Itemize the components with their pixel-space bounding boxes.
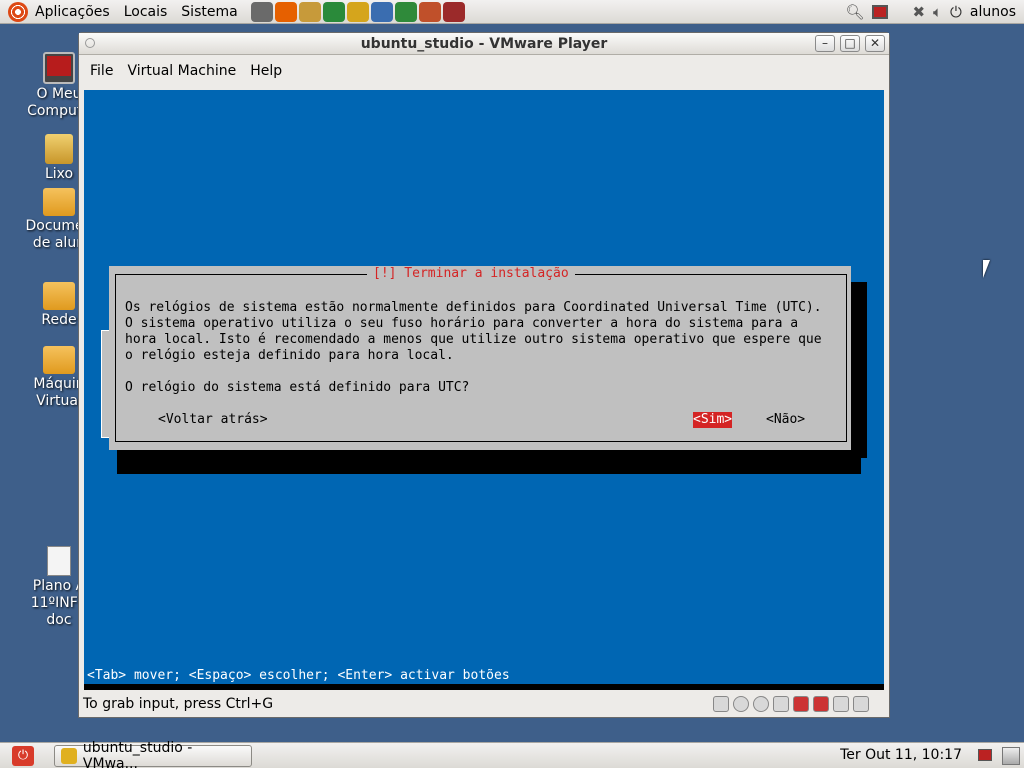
vmware-icon[interactable] — [346, 1, 369, 22]
launcher-bar — [250, 1, 465, 22]
computer-icon — [43, 52, 75, 84]
menu-virtual-machine[interactable]: Virtual Machine — [120, 63, 243, 79]
network-adapter-2-icon[interactable] — [813, 696, 829, 712]
dialog-text-line: o relógio esteja definido para hora loca… — [125, 348, 454, 363]
back-button[interactable]: <Voltar atrás> — [158, 412, 268, 428]
cdrom-icon[interactable] — [733, 696, 749, 712]
vmware-icon — [61, 747, 77, 764]
mouse-cursor-icon — [983, 260, 997, 278]
calc-icon[interactable] — [394, 1, 417, 22]
network-adapter-icon[interactable] — [793, 696, 809, 712]
window-menu-icon[interactable] — [85, 38, 95, 48]
writer-icon[interactable] — [370, 1, 393, 22]
dialog-shadow — [117, 450, 861, 474]
shutdown-icon[interactable]: ⏻ — [12, 745, 34, 766]
clock[interactable]: Ter Out 11, 10:17 — [840, 747, 962, 763]
installer-help-line: <Tab> mover; <Espaço> escolher; <Enter> … — [87, 668, 510, 683]
power-icon[interactable]: ⏻ — [950, 3, 962, 21]
inkscape-icon[interactable] — [250, 1, 273, 22]
window-statusbar: To grab input, press Ctrl+G — [79, 691, 889, 717]
minimize-button[interactable]: – — [815, 35, 835, 52]
status-text: To grab input, press Ctrl+G — [83, 696, 274, 712]
dialog-title: [!] Terminar a instalação — [367, 266, 575, 282]
cdrom-2-icon[interactable] — [753, 696, 769, 712]
network-tray-icon[interactable]: ✖ — [912, 3, 925, 21]
workspace-icon[interactable] — [1002, 747, 1020, 765]
maximize-button[interactable]: □ — [840, 35, 860, 52]
search-icon[interactable]: 🔍︎ — [845, 3, 864, 21]
chrome-icon[interactable] — [322, 1, 345, 22]
volume-icon[interactable]: 🔈︎ — [933, 3, 942, 21]
menu-sistema[interactable]: Sistema — [174, 0, 244, 24]
sound-card-icon[interactable] — [833, 696, 849, 712]
home-folder-icon — [43, 188, 75, 216]
user-icon[interactable] — [298, 1, 321, 22]
document-icon — [47, 546, 71, 576]
dialog-text-line: hora local. Isto é recomendado a menos q… — [125, 332, 822, 347]
impress-icon[interactable] — [418, 1, 441, 22]
dialog-text-line: O sistema operativo utiliza o seu fuso h… — [125, 316, 799, 331]
screen-icon[interactable] — [872, 5, 889, 19]
menu-locais[interactable]: Locais — [117, 0, 175, 24]
window-menubar: File Virtual Machine Help — [79, 55, 889, 86]
top-panel: Aplicações Locais Sistema 🔍︎ ✖ 🔈︎ ⏻ alun… — [0, 0, 1024, 24]
bottom-panel: ⏻ ubuntu_studio - VMwa... Ter Out 11, 10… — [0, 740, 1024, 768]
usb-icon[interactable] — [773, 696, 789, 712]
vmware-window: ubuntu_studio - VMware Player – □ ✕ File… — [78, 32, 890, 718]
window-title: ubuntu_studio - VMware Player — [360, 35, 608, 52]
message-log-icon[interactable] — [853, 696, 869, 712]
dialog-question: O relógio do sistema está definido para … — [125, 380, 470, 395]
ubuntu-logo-icon[interactable] — [8, 1, 28, 22]
taskbar-item-label: ubuntu_studio - VMwa... — [82, 739, 193, 768]
trash-icon — [45, 134, 73, 164]
menu-help[interactable]: Help — [243, 63, 289, 79]
yes-button[interactable]: <Sim> — [693, 412, 733, 428]
menu-aplicacoes[interactable]: Aplicações — [28, 0, 117, 24]
window-titlebar[interactable]: ubuntu_studio - VMware Player – □ ✕ — [79, 33, 889, 55]
installer-bottom-strip — [84, 684, 884, 690]
vm-screen[interactable]: [!] Terminar a instalação Os relógios de… — [84, 90, 884, 690]
taskbar-item-vmware[interactable]: ubuntu_studio - VMwa... — [54, 740, 252, 768]
device-icons — [713, 696, 869, 712]
system-tray: 🔍︎ ✖ 🔈︎ ⏻ alunos — [845, 0, 1024, 24]
menu-file[interactable]: File — [83, 63, 120, 79]
folder-icon — [43, 346, 75, 374]
user-name[interactable]: alunos — [970, 4, 1016, 20]
firefox-icon[interactable] — [274, 1, 297, 22]
installer-dialog: [!] Terminar a instalação Os relógios de… — [109, 266, 851, 450]
dialog-text-line: Os relógios de sistema estão normalmente… — [125, 300, 822, 315]
hard-disk-icon[interactable] — [713, 696, 729, 712]
no-button[interactable]: <Não> — [766, 412, 805, 428]
dialog-shadow-side — [851, 282, 867, 458]
pdf-icon[interactable] — [442, 1, 465, 22]
close-button[interactable]: ✕ — [865, 35, 885, 52]
network-icon — [43, 282, 75, 310]
screen-tray-icon[interactable] — [978, 749, 992, 761]
